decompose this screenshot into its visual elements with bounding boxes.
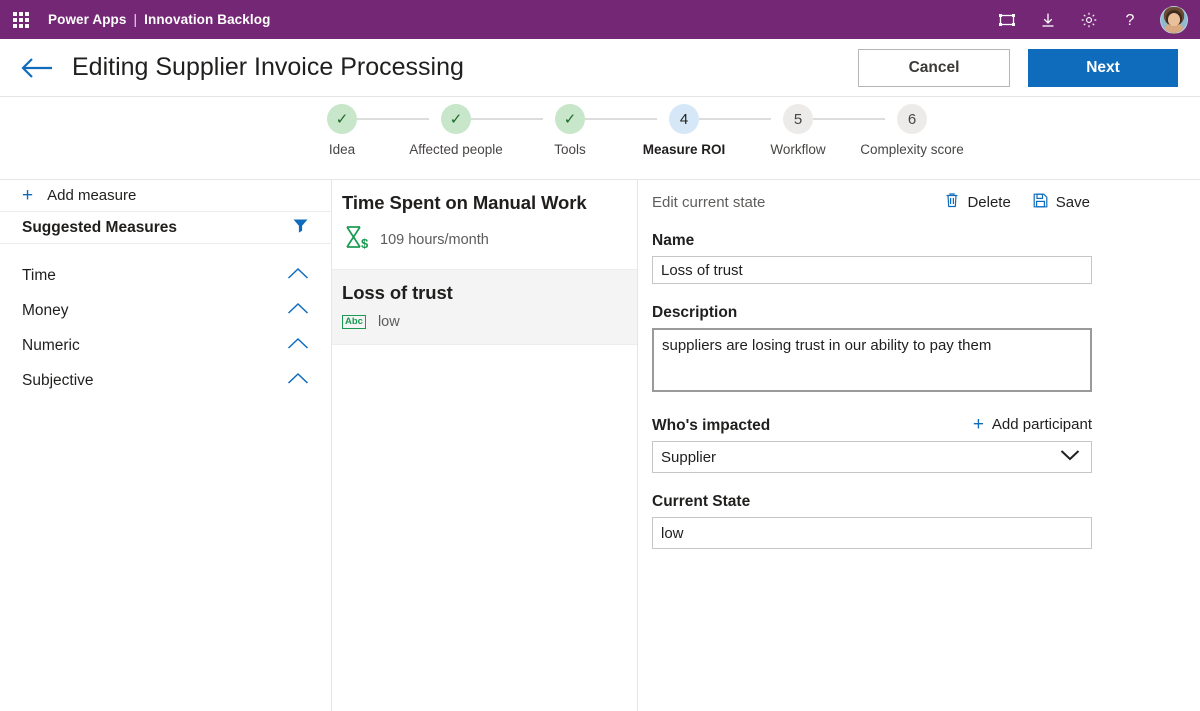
add-participant-button[interactable]: + Add participant [973, 415, 1092, 435]
whos-impacted-label: Who's impacted [652, 417, 771, 434]
step-idea[interactable]: ✓ Idea [285, 104, 429, 158]
step-label: Measure ROI [642, 142, 726, 157]
chevron-up-icon[interactable] [287, 372, 309, 390]
brand-separator: | [133, 12, 138, 27]
back-arrow-icon[interactable] [20, 53, 60, 83]
category-label: Subjective [22, 371, 94, 389]
step-label: Complexity score [860, 142, 964, 157]
step-complexity-score[interactable]: 6 Complexity score [855, 104, 969, 158]
step-circle: 5 [783, 104, 813, 134]
measures-list-panel: Time Spent on Manual Work $ 109 hours/mo… [332, 180, 638, 711]
description-field-label: Description [652, 304, 738, 321]
save-label: Save [1055, 193, 1090, 211]
measure-category-list: Time Money Numeric Subjective [0, 244, 331, 398]
step-measure-roi[interactable]: 4 Measure ROI [627, 104, 771, 158]
plus-icon: + [972, 414, 984, 435]
floppy-save-icon [1033, 193, 1048, 212]
name-input[interactable] [652, 256, 1092, 284]
step-tools[interactable]: ✓ Tools [513, 104, 657, 158]
measure-detail-panel: Edit current state Delete Save Name Loss… [638, 180, 1200, 711]
step-connector [471, 118, 543, 120]
svg-text:$: $ [361, 236, 368, 250]
save-button[interactable]: Save [1033, 193, 1090, 212]
step-circle: ✓ [441, 104, 471, 134]
add-participant-label: Add participant [991, 416, 1092, 433]
step-circle: ✓ [555, 104, 585, 134]
help-icon[interactable]: ? [1119, 9, 1141, 31]
current-state-input[interactable] [652, 517, 1092, 549]
current-state-label: Current State [652, 493, 751, 510]
step-circle: ✓ [327, 104, 357, 134]
app-name[interactable]: Innovation Backlog [144, 12, 270, 27]
step-affected-people[interactable]: ✓ Affected people [399, 104, 543, 158]
whos-impacted-select-wrap: Supplier [652, 441, 1092, 473]
filter-icon[interactable] [292, 217, 309, 239]
suggested-measures-header: Suggested Measures [0, 212, 331, 244]
measure-value-row: $ 109 hours/month [342, 224, 623, 255]
next-button[interactable]: Next [1028, 48, 1178, 87]
plus-icon: + [22, 185, 34, 206]
step-connector [813, 118, 885, 120]
measure-title: Loss of trust [342, 282, 453, 303]
step-connector [585, 118, 657, 120]
whos-impacted-select[interactable]: Supplier [652, 441, 1092, 473]
whos-impacted-header: Who's impacted + Add participant [652, 415, 1092, 435]
step-workflow[interactable]: 5 Workflow [741, 104, 885, 158]
description-textarea[interactable]: suppliers are losing trust in our abilit… [652, 328, 1092, 392]
top-navigation-bar: Power Apps | Innovation Backlog ? [0, 0, 1200, 39]
wizard-stepper: ✓ Idea ✓ Affected people ✓ Tools 4 Measu… [0, 97, 1200, 180]
abc-text-icon: Abc [342, 315, 366, 329]
detail-header: Edit current state Delete Save [652, 192, 1200, 212]
topbar-icon-group: ? [996, 5, 1188, 34]
measure-value: low [377, 314, 400, 330]
page-title-bar: Editing Supplier Invoice Processing Canc… [0, 39, 1200, 97]
category-subjective[interactable]: Subjective [0, 363, 331, 398]
download-icon[interactable] [1037, 9, 1059, 31]
chevron-up-icon[interactable] [287, 302, 309, 320]
category-label: Money [22, 301, 69, 319]
edit-current-state-label: Edit current state [652, 193, 766, 211]
suggested-measures-panel: + Add measure Suggested Measures Time Mo… [0, 180, 332, 711]
list-item[interactable]: Time Spent on Manual Work $ 109 hours/mo… [332, 180, 637, 270]
step-label: Workflow [770, 142, 826, 157]
measure-title: Time Spent on Manual Work [342, 192, 587, 213]
step-connector [699, 118, 771, 120]
category-label: Time [22, 266, 56, 284]
suggested-measures-title: Suggested Measures [22, 218, 178, 236]
trash-icon [945, 192, 959, 212]
page-title: Editing Supplier Invoice Processing [72, 53, 464, 81]
step-label: Idea [328, 142, 356, 157]
step-label: Affected people [409, 142, 503, 157]
chevron-up-icon[interactable] [287, 337, 309, 355]
category-money[interactable]: Money [0, 293, 331, 328]
step-connector [357, 118, 429, 120]
brand-area: Power Apps | Innovation Backlog [48, 12, 270, 27]
gear-icon[interactable] [1078, 9, 1100, 31]
name-field-label: Name [652, 232, 695, 249]
step-circle: 4 [669, 104, 699, 134]
product-name[interactable]: Power Apps [48, 12, 127, 27]
svg-text:?: ? [1126, 12, 1135, 29]
delete-label: Delete [967, 193, 1011, 211]
step-label: Tools [554, 142, 586, 157]
measure-value-row: Abc low [342, 314, 623, 330]
main-content: + Add measure Suggested Measures Time Mo… [0, 180, 1200, 711]
whos-impacted-row: Who's impacted + Add participant [652, 415, 1200, 435]
canvas-frame-icon[interactable] [996, 9, 1018, 31]
app-launcher-icon[interactable] [8, 7, 34, 33]
category-label: Numeric [22, 336, 80, 354]
avatar[interactable] [1160, 5, 1188, 34]
add-measure-label: Add measure [47, 187, 137, 204]
list-item[interactable]: Loss of trust Abc low [332, 270, 637, 345]
category-time[interactable]: Time [0, 258, 331, 293]
step-circle: 6 [897, 104, 927, 134]
category-numeric[interactable]: Numeric [0, 328, 331, 363]
add-measure-button[interactable]: + Add measure [0, 180, 331, 212]
measure-value: 109 hours/month [380, 231, 489, 248]
delete-button[interactable]: Delete [945, 192, 1011, 212]
chevron-up-icon[interactable] [287, 267, 309, 285]
hourglass-dollar-icon: $ [342, 224, 369, 255]
cancel-button[interactable]: Cancel [858, 48, 1010, 87]
